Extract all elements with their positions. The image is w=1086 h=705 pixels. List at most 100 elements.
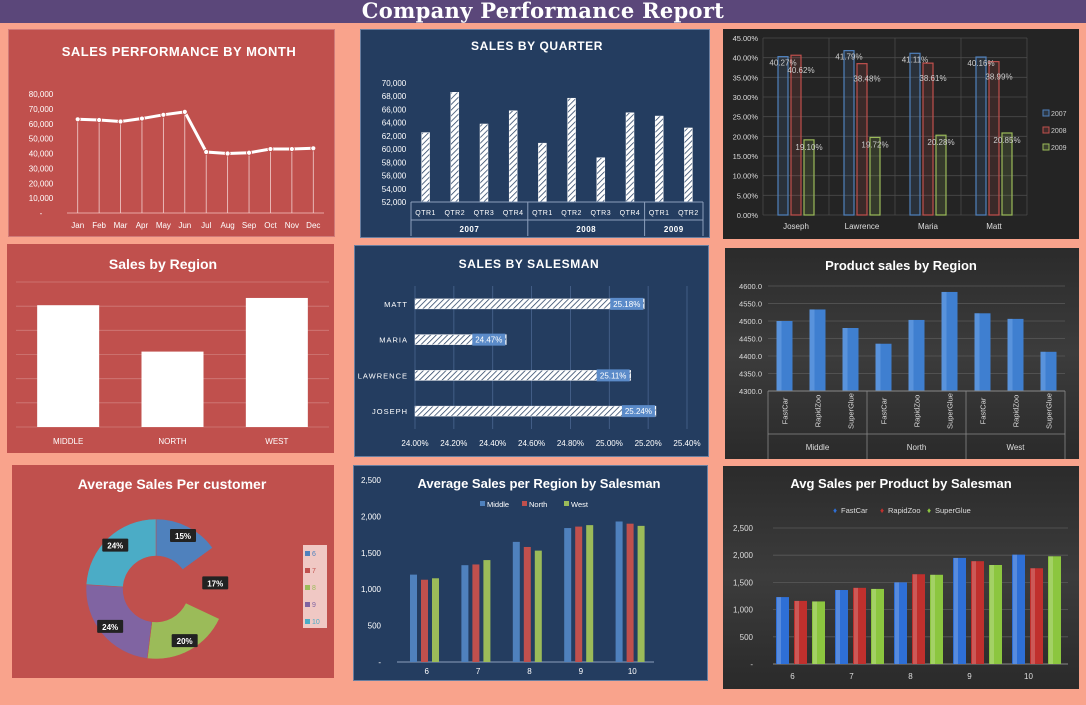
bar — [421, 579, 428, 662]
group-label: 2007 — [460, 225, 480, 234]
x-tick-label: QTR4 — [503, 210, 524, 217]
panel-sales-by-month: SALES PERFORMANCE BY MONTH 80,000 70,000 60… — [8, 29, 335, 237]
bar-highlight — [954, 557, 958, 664]
y-tick-label: 35.00% — [733, 73, 759, 82]
x-tick-label: 25.40% — [673, 439, 700, 448]
y-tick-label: 500 — [740, 633, 754, 642]
y-tick-label: 30,000 — [29, 164, 54, 173]
bar — [432, 578, 439, 662]
y-tick-label: 20,000 — [29, 179, 54, 188]
x-tick-label: SuperGlue — [946, 393, 955, 429]
y-tick-label: 20.00% — [733, 132, 759, 141]
bar — [37, 305, 100, 427]
chart-sales-by-region: Sales by Region MIDDLE NORTH WEST — [16, 256, 329, 446]
bar — [1001, 132, 1013, 216]
legend-label: 2007 — [1051, 111, 1067, 118]
legend-marker: ♦ — [880, 506, 884, 515]
bar-highlight — [895, 582, 899, 664]
bar — [512, 541, 520, 662]
x-tick-label: 25.00% — [596, 439, 623, 448]
legend-label: West — [571, 500, 589, 509]
bar — [586, 525, 594, 662]
y-tick-label: MARIA — [379, 336, 408, 345]
x-tick-label: 8 — [908, 672, 913, 681]
series-line — [77, 110, 314, 156]
legend-label: North — [529, 500, 547, 509]
y-tick-label: 1,500 — [733, 578, 754, 587]
report-title: Company Performance Report — [361, 0, 725, 23]
bar — [472, 564, 480, 662]
data-label: 25.11% — [600, 371, 627, 380]
y-tick-label: 10,000 — [29, 194, 54, 203]
x-tick-label: 24.20% — [440, 439, 467, 448]
x-tick-label: 24.00% — [401, 439, 428, 448]
panel-sales-by-salesman: SALES BY SALESMAN 24.00% 24.20% 24.40% 24.60… — [354, 245, 709, 457]
y-tick-label: 70,000 — [382, 79, 407, 88]
x-tick-label: QTR2 — [678, 210, 699, 217]
x-tick-label: 24.80% — [557, 439, 584, 448]
y-tick-label: 64,000 — [382, 119, 407, 128]
bar — [575, 526, 583, 662]
y-tick-label: 56,000 — [382, 172, 407, 181]
bar-highlight — [913, 574, 917, 664]
panel-avg-sales-region-salesman: Average Sales per Region by Salesman 2,50… — [353, 465, 708, 681]
data-label: 41.11% — [902, 55, 929, 64]
y-tick-label: 1,000 — [733, 606, 754, 615]
data-label: 24% — [107, 542, 123, 551]
y-tick-label: 4400.0 — [739, 352, 762, 361]
y-tick-label: 1,000 — [361, 585, 382, 594]
bar — [637, 525, 645, 662]
x-tick-label: Lawrence — [845, 222, 880, 231]
x-tick-label: FastCar — [781, 397, 790, 424]
data-label: 17% — [207, 579, 223, 588]
x-tick-label: QTR2 — [561, 210, 582, 217]
legend-swatch — [305, 585, 310, 590]
x-tick-label: Jul — [201, 221, 211, 230]
x-tick-label: 9 — [967, 672, 972, 681]
chart-average-sales-per-customer: Average Sales Per customer 15% 17% 20% 24% 24… — [78, 476, 327, 660]
x-tick-label: Nov — [285, 221, 299, 230]
x-tick-label: 10 — [1024, 672, 1033, 681]
data-label: 19.10% — [795, 143, 822, 152]
x-tick-label: 7 — [476, 667, 481, 676]
data-label: 25.18% — [613, 300, 640, 309]
y-tick-label: 4300.0 — [739, 387, 762, 396]
x-tick-label: QTR1 — [415, 210, 436, 217]
x-tick-label: 7 — [849, 672, 854, 681]
chart-avg-sales-region-salesman: Average Sales per Region by Salesman 2,50… — [361, 476, 661, 676]
bar — [625, 112, 635, 203]
y-tick-label: 500 — [368, 622, 382, 631]
legend-swatch — [305, 551, 310, 556]
data-label: 20.85% — [993, 136, 1020, 145]
legend-label: 2009 — [1051, 145, 1067, 152]
y-tick-label: 5.00% — [737, 191, 759, 200]
x-tick-label: 9 — [579, 667, 584, 676]
y-tick-label: 15.00% — [733, 152, 759, 161]
chart-title: SALES BY SALESMAN — [459, 257, 600, 271]
y-tick-label: - — [40, 209, 43, 218]
bar-highlight — [842, 328, 848, 391]
y-tick-label: 4500.0 — [739, 317, 762, 326]
data-label: 38.61% — [919, 74, 946, 83]
data-point — [203, 149, 210, 155]
x-tick-label: May — [156, 221, 171, 230]
data-point — [224, 150, 231, 157]
pie-slice — [85, 518, 157, 588]
y-tick-label: 40,000 — [29, 150, 54, 159]
y-tick-label: JOSEPH — [372, 407, 408, 416]
x-tick-label: Jan — [71, 221, 84, 230]
x-tick-label: NORTH — [158, 437, 187, 446]
bar-highlight — [1013, 554, 1017, 664]
x-tick-label: Joseph — [783, 222, 809, 231]
bar — [414, 298, 645, 310]
data-label: 41.79% — [835, 53, 862, 62]
y-tick-label: 30.00% — [733, 93, 759, 102]
bar — [684, 127, 693, 203]
chart-title: Average Sales per Region by Salesman — [417, 476, 660, 491]
data-label: 20.28% — [927, 138, 954, 147]
bar — [654, 115, 664, 203]
x-tick-label: Sep — [242, 221, 257, 230]
legend-swatch — [480, 501, 485, 506]
chart-title: Avg Sales per Product by Salesman — [790, 476, 1011, 491]
chart-title: Sales by Region — [109, 256, 217, 272]
